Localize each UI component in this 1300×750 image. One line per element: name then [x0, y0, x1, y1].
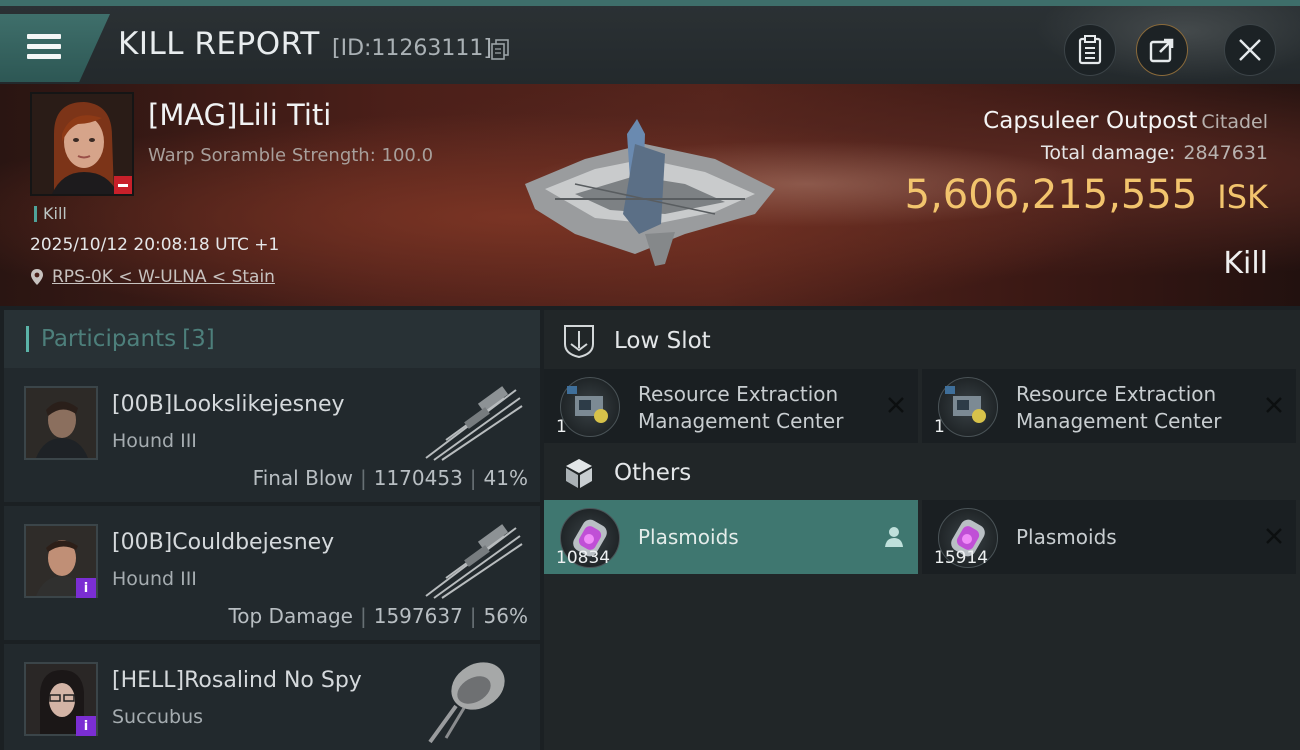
kill-banner: [MAG]Lili Titi Warp Soramble Strength: 1… [0, 84, 1300, 306]
participant-role: Final Blow [252, 466, 353, 490]
header-accent-bar [26, 326, 29, 352]
item-name: Resource Extraction Management Center [1016, 381, 1221, 435]
item-quantity: 10834 [556, 548, 611, 568]
participant-row[interactable]: i [HELL]Rosalind No Spy Succubus [4, 644, 540, 750]
item-name-line2: Management Center [1016, 409, 1222, 433]
location-text[interactable]: RPS-0K < W-ULNA < Stain [52, 267, 275, 287]
item-name: Plasmoids [638, 525, 739, 549]
total-damage-label: Total damage: [1040, 142, 1176, 164]
participant-ship-image[interactable] [416, 380, 526, 466]
menu-icon [27, 34, 61, 60]
others-header: Others [544, 444, 1300, 502]
module-icon [560, 377, 620, 437]
total-damage-value: 2847631 [1183, 142, 1268, 164]
isk-value: 5,606,215,555 ISK [905, 172, 1268, 218]
participant-ship-image[interactable] [416, 518, 526, 604]
structure-name: Capsuleer Outpost Citadel [983, 108, 1268, 134]
title-bar: KILL REPORT [ID:11263111] [0, 0, 1300, 90]
isk-amount: 5,606,215,555 [904, 172, 1198, 218]
participant-percent: 41% [483, 466, 528, 490]
participant-role: Top Damage [228, 604, 353, 628]
destroyed-icon [1266, 528, 1282, 544]
low-slot-title: Low Slot [614, 328, 711, 354]
participant-name[interactable]: [HELL]Rosalind No Spy [112, 668, 362, 693]
participant-ship: Hound III [112, 568, 197, 590]
person-icon[interactable] [884, 526, 904, 548]
page-title: KILL REPORT [118, 26, 320, 62]
low-slot-icon [564, 325, 594, 358]
participant-percent: 56% [483, 604, 528, 628]
participant-stats: Final Blow | 1170453 | 41% [252, 466, 528, 490]
close-icon [1239, 39, 1261, 61]
info-badge-icon[interactable]: i [76, 716, 96, 736]
module-icon [938, 377, 998, 437]
item-quantity: 1 [556, 417, 567, 437]
participant-damage: 1597637 [373, 604, 463, 628]
item-name: Resource Extraction Management Center [638, 381, 843, 435]
share-button[interactable] [1136, 24, 1188, 76]
report-id: [ID:11263111] [332, 36, 492, 61]
copy-icon[interactable] [490, 39, 510, 61]
participants-label: Participants [41, 326, 177, 352]
items-panel: Low Slot 1 Resource Extraction Managemen… [544, 310, 1300, 750]
participant-name[interactable]: [00B]Lookslikejesney [112, 392, 345, 417]
participant-avatar[interactable] [24, 386, 98, 460]
victim-name[interactable]: [MAG]Lili Titi [148, 98, 331, 132]
structure-class: Citadel [1201, 111, 1268, 133]
isk-unit: ISK [1217, 178, 1268, 216]
kill-type-tag: Kill [34, 204, 67, 223]
location-pin-icon [31, 269, 43, 285]
participant-ship-image[interactable] [416, 650, 526, 746]
participant-damage: 1170453 [373, 466, 463, 490]
result-label: Kill [1223, 246, 1268, 281]
structure-image[interactable] [515, 114, 785, 274]
item-quantity: 15914 [934, 548, 989, 568]
menu-button[interactable] [0, 14, 110, 82]
cube-icon [566, 459, 592, 488]
item-name-line1: Resource Extraction [1016, 382, 1217, 406]
participants-panel: Participants [3] [00B]Lookslikejesney Ho… [4, 310, 540, 750]
item-name-line1: Resource Extraction [638, 382, 839, 406]
close-button[interactable] [1224, 24, 1276, 76]
item-card[interactable]: 10834 Plasmoids [544, 500, 918, 574]
clipboard-button[interactable] [1064, 24, 1116, 76]
low-slot-header: Low Slot [544, 312, 1300, 370]
share-icon [1149, 38, 1174, 63]
participant-name[interactable]: [00B]Couldbejesney [112, 530, 334, 555]
victim-stat: Warp Soramble Strength: 100.0 [148, 145, 434, 166]
total-damage: Total damage: 2847631 [1041, 142, 1268, 164]
destroyed-icon [1266, 397, 1282, 413]
participant-ship: Hound III [112, 430, 197, 452]
participant-ship: Succubus [112, 706, 204, 728]
hostile-badge [114, 176, 132, 194]
participant-row[interactable]: [00B]Lookslikejesney Hound III Final Blo… [4, 368, 540, 502]
participant-row[interactable]: i [00B]Couldbejesney Hound III Top Damag… [4, 506, 540, 640]
info-badge-icon[interactable]: i [76, 578, 96, 598]
item-name-line2: Management Center [638, 409, 844, 433]
structure-type: Capsuleer Outpost [983, 108, 1198, 134]
participant-stats: Top Damage | 1597637 | 56% [228, 604, 528, 628]
participants-count: [3] [182, 326, 215, 352]
kill-datetime: 2025/10/12 20:08:18 UTC +1 [30, 235, 280, 255]
item-card[interactable]: 1 Resource Extraction Management Center [922, 369, 1296, 443]
others-title: Others [614, 460, 692, 486]
item-quantity: 1 [934, 417, 945, 437]
destroyed-icon [888, 397, 904, 413]
participants-header: Participants [3] [4, 310, 540, 368]
item-name: Plasmoids [1016, 525, 1117, 549]
location-link[interactable]: RPS-0K < W-ULNA < Stain [30, 267, 275, 287]
clipboard-icon [1078, 35, 1102, 65]
item-card[interactable]: 15914 Plasmoids [922, 500, 1296, 574]
item-card[interactable]: 1 Resource Extraction Management Center [544, 369, 918, 443]
